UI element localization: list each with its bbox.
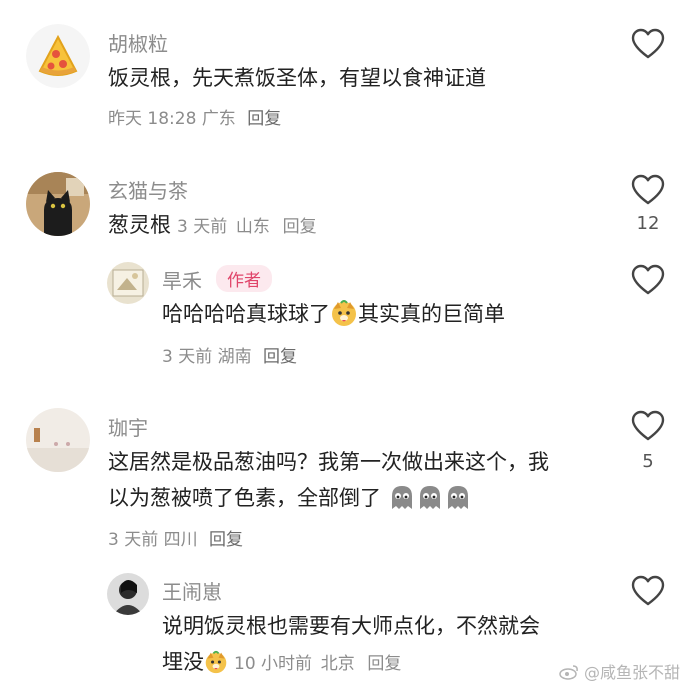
comment-meta: 3 天前 湖南 回复 [162,342,297,367]
comment-time: 3 天前 [108,530,159,550]
reply-button[interactable]: 回复 [367,654,401,674]
reply-button[interactable]: 回复 [209,530,243,550]
comment-location: 湖南 [217,347,252,367]
like-heart-icon[interactable] [631,174,665,206]
comment-text: 以为葱被喷了色素，全部倒了 [108,486,381,510]
dog-emoji [205,650,227,674]
comment-text: 说明饭灵根也需要有大师点化，不然就会 [162,614,540,638]
comment-location: 四川 [163,530,198,550]
comment-text-row: 以为葱被喷了色素，全部倒了 [108,479,472,517]
like-heart-icon[interactable] [631,28,665,60]
author-badge: 作者 [216,265,272,292]
avatar-xuanmaoyucha[interactable] [26,172,90,236]
avatar-hujiaoli[interactable] [26,24,90,88]
comment-text: 葱灵根 [108,213,171,237]
comment-location: 山东 [235,217,270,237]
reply-author-row: 旱禾 作者 [162,265,272,294]
weibo-logo [559,665,578,680]
comment-author-name[interactable]: 玄猫与茶 [108,175,188,204]
comment-author-name[interactable]: 珈宇 [108,412,148,441]
like-heart-icon[interactable] [631,575,665,607]
comment-meta: 昨天 18:28 广东 回复 [108,104,281,129]
reply-button[interactable]: 回复 [263,347,297,367]
avatar-jiayu[interactable] [26,408,90,472]
comment-time: 昨天 18:28 [108,109,197,129]
like-heart-icon[interactable] [631,264,665,296]
comment-text-row: 哈哈哈哈真球球了 其实真的巨简单 [162,295,505,333]
ghost-emoji [391,486,412,509]
like-count: 12 [636,213,660,234]
comment-text-part: 其实真的巨简单 [358,302,505,326]
comment-author-name[interactable]: 旱禾 [162,269,202,293]
comment-time: 3 天前 [162,347,213,367]
comment-location: 广东 [201,109,236,129]
comment-meta: 3 天前 四川 回复 [108,525,243,550]
comment-author-name[interactable]: 胡椒粒 [108,28,168,57]
avatar-wangnaozai[interactable] [107,573,149,615]
like-count: 5 [642,451,654,472]
comment-text: 饭灵根，先天煮饭圣体，有望以食神证道 [108,66,486,90]
comment-author-name[interactable]: 王闹崽 [162,576,222,605]
weibo-watermark: @咸鱼张不甜 [559,659,680,683]
comment-time: 10 小时前 [234,654,313,674]
comment-text: 这居然是极品葱油吗？我第一次做出来这个，我 [108,450,549,474]
reply-button[interactable]: 回复 [247,109,281,129]
watermark-text: @咸鱼张不甜 [583,663,680,682]
comment-location: 北京 [320,654,355,674]
ghost-emoji [447,486,468,509]
avatar-hanhe[interactable] [107,262,149,304]
comment-text-part: 哈哈哈哈真球球了 [162,302,330,326]
dog-emoji [332,300,356,326]
comment-text-row: 埋没 10 小时前 北京 回复 [162,643,401,683]
comment-time: 3 天前 [177,217,228,237]
comment-text: 埋没 [162,650,204,674]
like-heart-icon[interactable] [631,410,665,442]
reply-button[interactable]: 回复 [283,217,317,237]
comment-text-row: 葱灵根 3 天前 山东 回复 [108,206,317,246]
ghost-emoji [419,486,440,509]
